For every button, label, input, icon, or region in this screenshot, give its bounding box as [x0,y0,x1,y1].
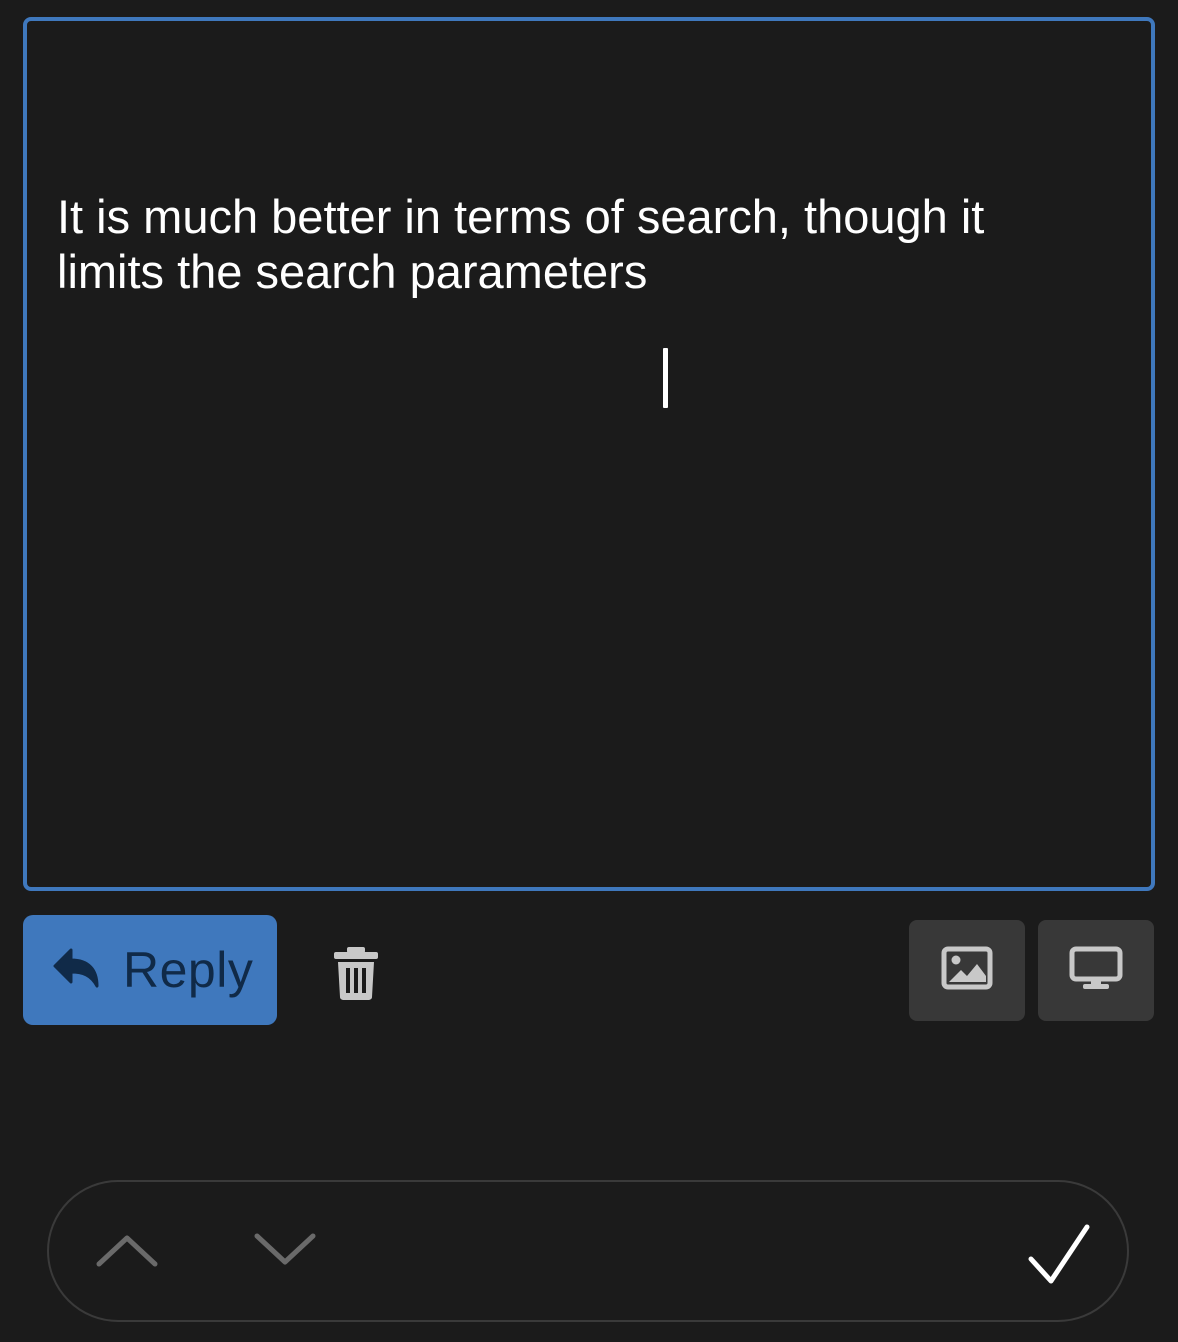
chevron-down-icon [253,1230,317,1275]
editor-text[interactable]: It is much better in terms of search, th… [57,189,1107,299]
reply-text-editor[interactable]: It is much better in terms of search, th… [23,17,1155,891]
next-button[interactable] [245,1212,325,1292]
monitor-icon [1069,946,1123,995]
insert-image-button[interactable] [909,920,1025,1021]
delete-button[interactable] [330,945,382,1001]
chevron-up-icon [95,1230,159,1275]
text-caret [663,348,668,408]
checkmark-icon [1027,1223,1091,1292]
confirm-button[interactable] [1014,1212,1104,1302]
image-icon [941,946,993,995]
insert-screenshot-button[interactable] [1038,920,1154,1021]
trash-icon [330,947,382,1005]
reply-label: Reply [123,942,254,998]
reply-button[interactable]: Reply [23,915,277,1025]
bottom-toolbar [47,1180,1129,1322]
reply-arrow-icon [53,948,103,992]
previous-button[interactable] [87,1212,167,1292]
